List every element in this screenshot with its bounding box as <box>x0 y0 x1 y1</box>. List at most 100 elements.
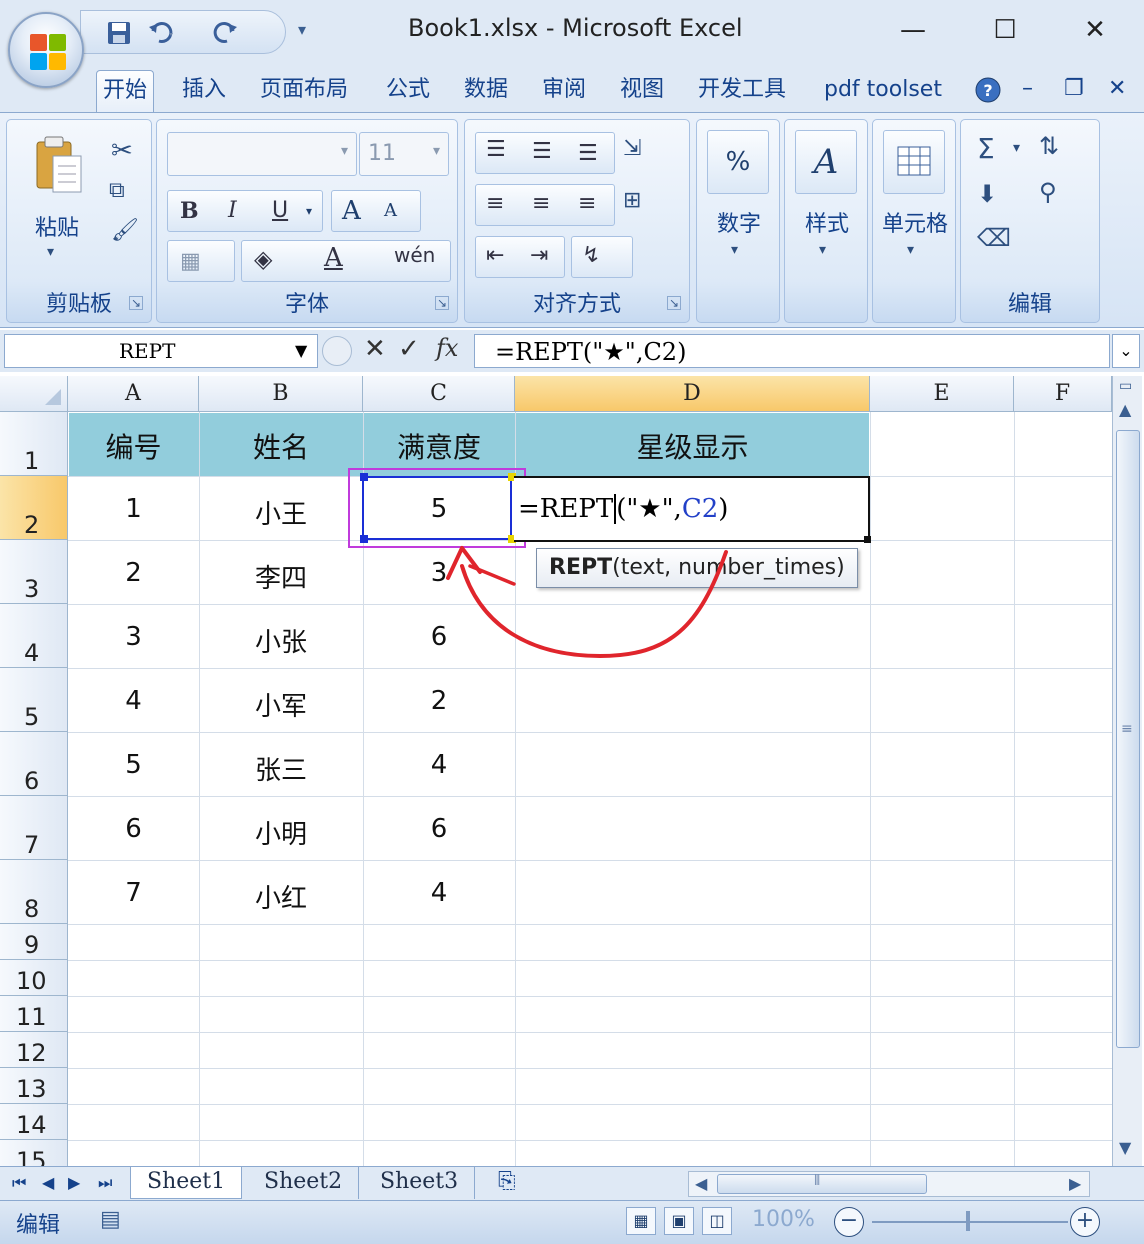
cell-b1[interactable]: 姓名 <box>199 426 363 466</box>
align-center-icon[interactable]: ≡ <box>532 191 550 216</box>
qat-customize-icon[interactable]: ▾ <box>298 20 306 39</box>
macro-record-icon[interactable]: ▤ <box>100 1207 121 1232</box>
cell-b5[interactable]: 小军 <box>199 686 363 723</box>
insert-function-button[interactable]: fx <box>436 334 458 362</box>
number-format-icon[interactable]: % <box>707 130 769 194</box>
merge-cells-icon[interactable]: ⊞ <box>623 188 641 213</box>
row-header[interactable]: 15 <box>0 1140 68 1166</box>
normal-view-button[interactable]: ▦ <box>626 1207 656 1235</box>
sheet-tab-2[interactable]: Sheet2 <box>248 1167 360 1199</box>
decrease-indent-icon[interactable]: ⇤ <box>486 243 504 268</box>
autosum-icon[interactable]: Σ <box>977 132 995 165</box>
tab-developer[interactable]: 开发工具 <box>692 70 792 114</box>
formula-bar-handle-icon[interactable] <box>322 336 352 366</box>
row-header[interactable]: 10 <box>0 960 68 996</box>
paste-icon[interactable] <box>33 134 85 203</box>
cells-button[interactable]: 单元格 <box>873 206 957 238</box>
minimize-button[interactable]: — <box>890 8 936 52</box>
reference-handle[interactable] <box>360 473 368 481</box>
chevron-down-icon[interactable]: ▾ <box>306 191 312 231</box>
cancel-entry-icon[interactable]: ✕ <box>364 334 386 364</box>
tab-formulas[interactable]: 公式 <box>380 70 436 114</box>
first-sheet-icon[interactable]: ⏮ <box>12 1173 26 1193</box>
ribbon-minimize-icon[interactable]: – <box>1022 76 1033 101</box>
worksheet-grid[interactable]: A B C D E F 1 2 3 4 5 6 7 8 9 10 11 12 1… <box>0 376 1112 1166</box>
next-sheet-icon[interactable]: ▶ <box>68 1173 80 1192</box>
tab-review[interactable]: 审阅 <box>536 70 592 114</box>
vertical-align-buttons[interactable]: ☰ ☰ ☰ <box>475 132 615 174</box>
chevron-down-icon[interactable]: ▾ <box>47 244 54 260</box>
cell-a2[interactable]: 1 <box>68 494 199 524</box>
row-header[interactable]: 3 <box>0 540 68 604</box>
increase-indent-icon[interactable]: ⇥ <box>530 243 548 268</box>
row-header[interactable]: 8 <box>0 860 68 924</box>
styles-button[interactable]: 样式 <box>785 206 869 238</box>
cell-c5[interactable]: 2 <box>363 686 515 716</box>
vertical-scrollbar[interactable]: ▭ ▲ ≡ ▼ <box>1112 376 1142 1166</box>
last-sheet-icon[interactable]: ⏭ <box>98 1173 112 1193</box>
wrap-text-button[interactable]: ↯ <box>571 236 633 278</box>
save-icon[interactable] <box>105 19 133 47</box>
horizontal-scrollbar[interactable]: ◀ ⦀ ▶ <box>688 1171 1090 1197</box>
cell-a8[interactable]: 7 <box>68 878 199 908</box>
chevron-down-icon[interactable]: ▼ <box>295 341 307 360</box>
row-header[interactable]: 5 <box>0 668 68 732</box>
cell-a3[interactable]: 2 <box>68 558 199 588</box>
align-left-icon[interactable]: ≡ <box>486 191 504 216</box>
insert-sheet-icon[interactable]: ⎘ <box>498 1169 516 1194</box>
grow-font-button[interactable]: A <box>342 191 361 231</box>
row-header[interactable]: 9 <box>0 924 68 960</box>
reference-handle[interactable] <box>360 535 368 543</box>
redo-icon[interactable] <box>211 19 243 47</box>
maximize-button[interactable]: ☐ <box>982 8 1028 52</box>
cell-b7[interactable]: 小明 <box>199 814 363 851</box>
row-header[interactable]: 2 <box>0 476 68 540</box>
fill-handle[interactable] <box>864 536 871 543</box>
name-box[interactable]: REPT ▼ <box>4 334 318 368</box>
prev-sheet-icon[interactable]: ◀ <box>42 1173 54 1192</box>
cell-b3[interactable]: 李四 <box>199 558 363 595</box>
cell-a7[interactable]: 6 <box>68 814 199 844</box>
scroll-left-icon[interactable]: ◀ <box>695 1174 707 1193</box>
number-button[interactable]: 数字 <box>697 206 781 238</box>
cell-b8[interactable]: 小红 <box>199 878 363 915</box>
column-header-f[interactable]: F <box>1014 376 1112 412</box>
zoom-out-button[interactable]: − <box>834 1207 864 1237</box>
row-header[interactable]: 12 <box>0 1032 68 1068</box>
sheet-tab-1[interactable]: Sheet1 <box>130 1167 243 1199</box>
horizontal-align-buttons[interactable]: ≡ ≡ ≡ <box>475 184 615 226</box>
align-bottom-icon[interactable]: ☰ <box>578 141 598 166</box>
font-name-dropdown[interactable]: ▾ <box>167 132 357 176</box>
fill-icon[interactable]: ⬇ <box>977 180 997 208</box>
styles-icon[interactable]: A <box>795 130 857 194</box>
find-select-icon[interactable]: ⚲ <box>1039 178 1057 206</box>
shrink-font-button[interactable]: A <box>384 191 397 231</box>
phonetic-button[interactable]: wén <box>394 243 435 267</box>
dialog-launcher-icon[interactable]: ↘ <box>129 296 143 310</box>
scroll-up-icon[interactable]: ▲ <box>1119 400 1131 419</box>
scroll-right-icon[interactable]: ▶ <box>1069 1174 1081 1193</box>
ribbon-restore-icon[interactable]: ❐ <box>1064 76 1084 101</box>
confirm-entry-icon[interactable]: ✓ <box>398 334 420 364</box>
tab-home[interactable]: 开始 <box>96 70 155 114</box>
zoom-level[interactable]: 100% <box>752 1207 815 1232</box>
row-header[interactable]: 7 <box>0 796 68 860</box>
column-header-a[interactable]: A <box>68 376 199 412</box>
tab-pdf-toolset[interactable]: pdf toolset <box>818 70 948 114</box>
align-middle-icon[interactable]: ☰ <box>532 139 552 164</box>
italic-button[interactable]: I <box>228 191 237 231</box>
cell-b4[interactable]: 小张 <box>199 622 363 659</box>
borders-button[interactable]: ▦ <box>167 240 235 282</box>
cell-a6[interactable]: 5 <box>68 750 199 780</box>
row-header[interactable]: 13 <box>0 1068 68 1104</box>
row-header[interactable]: 11 <box>0 996 68 1032</box>
row-header[interactable]: 14 <box>0 1104 68 1140</box>
cell-b6[interactable]: 张三 <box>199 750 363 787</box>
row-header[interactable]: 6 <box>0 732 68 796</box>
close-button[interactable]: ✕ <box>1072 8 1118 52</box>
cell-c8[interactable]: 4 <box>363 878 515 908</box>
column-header-e[interactable]: E <box>870 376 1014 412</box>
chevron-down-icon[interactable]: ▾ <box>731 242 738 258</box>
vertical-scroll-thumb[interactable]: ≡ <box>1116 430 1140 1048</box>
formula-input[interactable]: =REPT("★",C2) <box>474 334 1110 368</box>
